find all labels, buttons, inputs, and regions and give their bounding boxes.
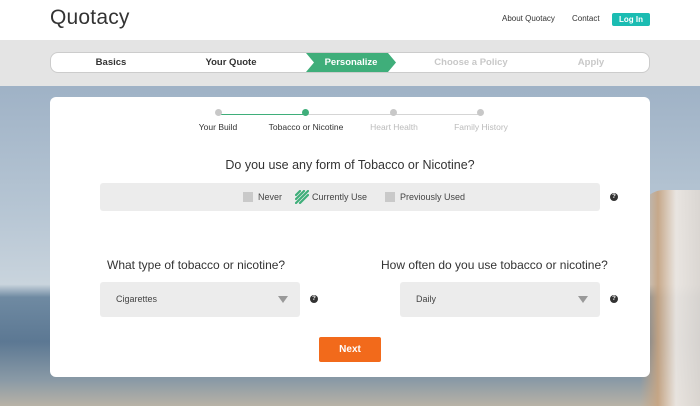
help-icon[interactable]: ? bbox=[610, 193, 618, 201]
login-button[interactable]: Log In bbox=[612, 13, 650, 26]
tobacco-question: Do you use any form of Tobacco or Nicoti… bbox=[225, 158, 475, 172]
never-checkbox[interactable] bbox=[243, 192, 253, 202]
quotacy-logo[interactable]: Quotacy bbox=[50, 6, 130, 30]
step-your-quote[interactable]: Your Quote bbox=[171, 53, 291, 72]
type-question: What type of tobacco or nicotine? bbox=[107, 258, 286, 272]
checkmark-icon[interactable] bbox=[295, 190, 309, 204]
question-card bbox=[50, 97, 650, 377]
contact-link[interactable]: Contact bbox=[572, 14, 600, 23]
about-link[interactable]: About Quotacy bbox=[502, 14, 555, 23]
chevron-down-icon bbox=[278, 296, 288, 303]
step-personalize[interactable]: Personalize bbox=[308, 53, 394, 72]
tobacco-type-select[interactable]: Cigarettes bbox=[100, 282, 300, 317]
previously-used-checkbox[interactable] bbox=[385, 192, 395, 202]
site-header: Quotacy About Quotacy Contact Log In bbox=[0, 0, 700, 40]
tobacco-type-value: Cigarettes bbox=[116, 294, 158, 304]
frequency-question: How often do you use tobacco or nicotine… bbox=[381, 258, 608, 272]
frequency-value: Daily bbox=[416, 294, 437, 304]
timeline-dot-your-build[interactable] bbox=[215, 109, 222, 116]
help-icon[interactable]: ? bbox=[610, 295, 618, 303]
step-choose-a-policy: Choose a Policy bbox=[434, 57, 508, 68]
timeline-label-family-history: Family History bbox=[454, 122, 508, 132]
timeline-line-done bbox=[218, 114, 306, 115]
next-button[interactable]: Next bbox=[319, 337, 381, 362]
step-basics[interactable]: Basics bbox=[51, 53, 171, 72]
progress-bar: Basics Your Quote Personalize Choose a P… bbox=[50, 52, 650, 73]
chevron-down-icon bbox=[578, 296, 588, 303]
timeline-dot-tobacco[interactable] bbox=[302, 109, 309, 116]
never-label[interactable]: Never bbox=[258, 192, 282, 202]
timeline-dot-family-history bbox=[477, 109, 484, 116]
currently-use-label[interactable]: Currently Use bbox=[312, 192, 367, 202]
step-apply: Apply bbox=[577, 57, 605, 68]
frequency-select[interactable]: Daily bbox=[400, 282, 600, 317]
help-icon[interactable]: ? bbox=[310, 295, 318, 303]
timeline-dot-heart-health bbox=[390, 109, 397, 116]
previously-used-label[interactable]: Previously Used bbox=[400, 192, 465, 202]
